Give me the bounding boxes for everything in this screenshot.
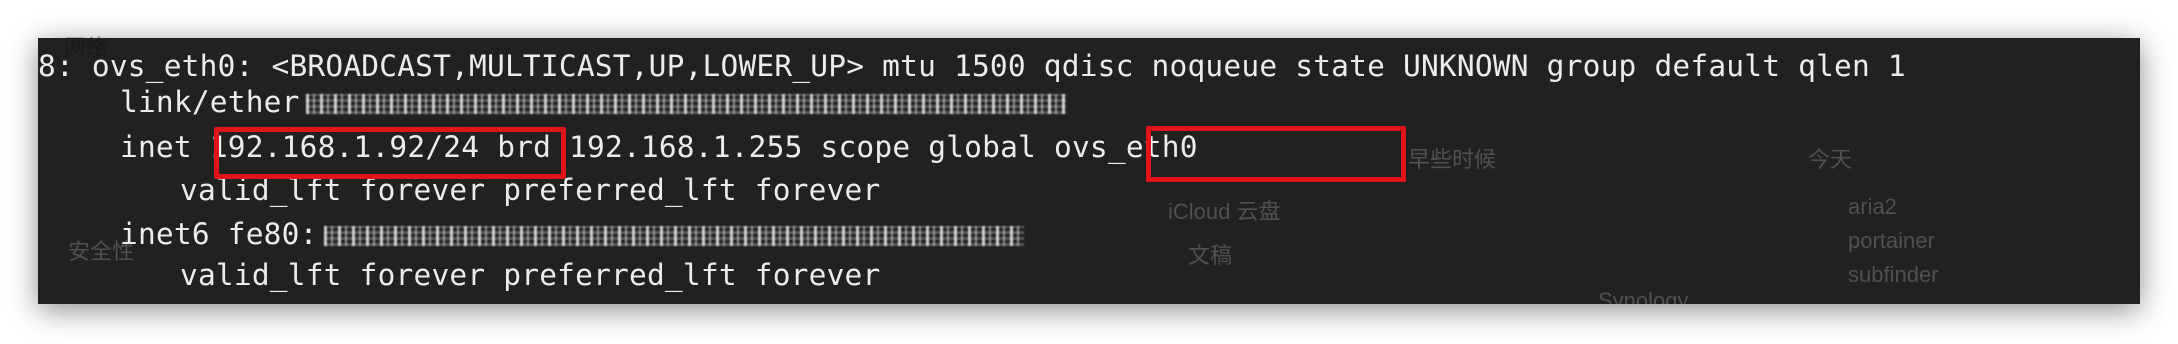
redacted-ipv6-address — [323, 225, 1024, 246]
redacted-mac-address — [305, 93, 1066, 114]
ghost-finder-subfinder: subfinder — [1848, 262, 1939, 287]
terminal-window[interactable]: 早些时候 今天 iCloud 云盘 aria2 文稿 portainer sub… — [38, 38, 2140, 304]
terminal-line-link-ether: link/ether — [120, 84, 1066, 120]
inet-label: inet — [120, 130, 210, 164]
ghost-finder-today: 今天 — [1808, 147, 1853, 172]
ghost-finder-aria2: aria2 — [1848, 194, 1897, 219]
highlight-box-ip-address — [214, 127, 566, 179]
terminal-line-valid-lft-2: valid_lft forever preferred_lft forever — [180, 258, 881, 292]
inet6-label: inet6 fe80: — [120, 217, 318, 251]
ghost-finder-documents: 文稿 — [1188, 243, 1233, 268]
ghost-finder-synology: Synology — [1598, 288, 1689, 304]
terminal-line-inet6: inet6 fe80: — [120, 216, 1024, 252]
terminal-line-interface: 8: ovs_eth0: <BROADCAST,MULTICAST,UP,LOW… — [38, 49, 1906, 83]
ghost-finder-earlier: 早些时候 — [1408, 147, 1497, 172]
ghost-finder-icloud: iCloud 云盘 — [1168, 199, 1281, 224]
ghost-finder-portainer: portainer — [1848, 228, 1935, 253]
highlight-box-interface-name — [1146, 126, 1406, 182]
link-ether-label: link/ether — [120, 85, 300, 119]
